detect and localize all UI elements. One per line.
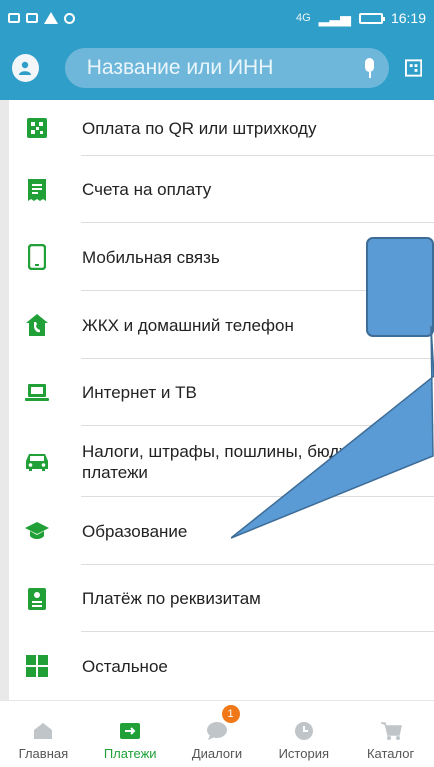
- house-phone-icon: [24, 312, 50, 338]
- sync-icon: [64, 12, 75, 24]
- gmail-icon: [8, 13, 20, 23]
- list-item-label: Интернет и ТВ: [82, 383, 197, 402]
- chat-icon: [205, 720, 229, 742]
- signal-icon: ▂▃▅: [318, 9, 351, 26]
- grid-icon: [24, 653, 50, 679]
- search-placeholder: Название или ИНН: [86, 56, 274, 79]
- qr-scan-button[interactable]: [404, 59, 423, 77]
- list-item-taxes[interactable]: Налоги, штрафы, пошлины, бюджетные плате…: [9, 426, 434, 497]
- clock-time: 16:19: [390, 10, 426, 26]
- tab-label: Платежи: [103, 746, 157, 761]
- list-item-label: Платёж по реквизитам: [82, 589, 261, 608]
- warning-icon: [44, 12, 58, 24]
- transfer-arrow-icon: [118, 720, 142, 742]
- list-item-education[interactable]: Образование: [9, 497, 434, 565]
- document-icon: [24, 586, 50, 612]
- profile-avatar-button[interactable]: [12, 54, 39, 82]
- app-header: Название или ИНН: [0, 36, 434, 100]
- clock-icon: [292, 720, 316, 742]
- tab-history[interactable]: История: [260, 701, 347, 767]
- list-item-label: Счета на оплату: [82, 180, 212, 199]
- list-item-utilities[interactable]: ЖКХ и домашний телефон: [9, 291, 434, 359]
- tab-payments[interactable]: Платежи: [87, 701, 174, 767]
- list-item-internet-tv[interactable]: Интернет и ТВ: [9, 359, 434, 426]
- status-bar: 4G ▂▃▅ 16:19: [0, 0, 434, 36]
- battery-icon: [358, 12, 385, 24]
- notification-icons: [8, 12, 75, 24]
- invoice-icon: [24, 177, 50, 203]
- list-item-label: ЖКХ и домашний телефон: [82, 315, 294, 335]
- list-item-mobile[interactable]: Мобильная связь: [9, 223, 434, 291]
- graduation-cap-icon: [24, 518, 50, 544]
- mobile-phone-icon: [24, 244, 50, 270]
- microphone-icon[interactable]: [361, 58, 379, 78]
- list-item-other[interactable]: Остальное: [9, 632, 434, 700]
- laptop-icon: [24, 380, 50, 406]
- list-item-label: Остальное: [82, 656, 168, 676]
- qr-code-icon: [24, 115, 50, 141]
- tab-catalog[interactable]: Каталог: [347, 701, 434, 767]
- cart-icon: [379, 720, 403, 742]
- tab-label: Главная: [18, 746, 69, 761]
- list-item-label: Мобильная связь: [82, 247, 220, 267]
- user-icon: [19, 61, 32, 75]
- list-item-requisites[interactable]: Платёж по реквизитам: [9, 565, 434, 632]
- payments-list: Оплата по QR или штрихкоду Счета на опла…: [9, 100, 434, 700]
- label-line-1: Налоги, штрафы, пошлины, бюджетные: [82, 441, 399, 461]
- search-input[interactable]: Название или ИНН: [64, 48, 389, 88]
- bottom-tab-bar: Главная Платежи 1 Диалоги История Катало…: [0, 700, 434, 767]
- list-item-label: Образование: [82, 521, 188, 541]
- tab-label: Каталог: [366, 746, 415, 761]
- list-item-invoices[interactable]: Счета на оплату: [9, 156, 434, 223]
- list-item-label: Налоги, штрафы, пошлины, бюджетные плате…: [82, 441, 398, 483]
- list-item-label: Оплата по QR или штрихкоду: [82, 118, 317, 138]
- unread-badge: 1: [221, 705, 240, 723]
- tab-home[interactable]: Главная: [0, 701, 87, 767]
- tab-label: История: [278, 746, 329, 761]
- home-icon: [31, 720, 55, 742]
- image-icon: [26, 13, 38, 23]
- list-item-qr-payment[interactable]: Оплата по QR или штрихкоду: [9, 100, 434, 156]
- car-icon: [24, 449, 50, 475]
- tab-dialogs[interactable]: 1 Диалоги: [174, 701, 261, 767]
- tab-label: Диалоги: [191, 746, 243, 761]
- label-line-2: платежи: [82, 462, 148, 482]
- network-type: 4G: [295, 12, 311, 24]
